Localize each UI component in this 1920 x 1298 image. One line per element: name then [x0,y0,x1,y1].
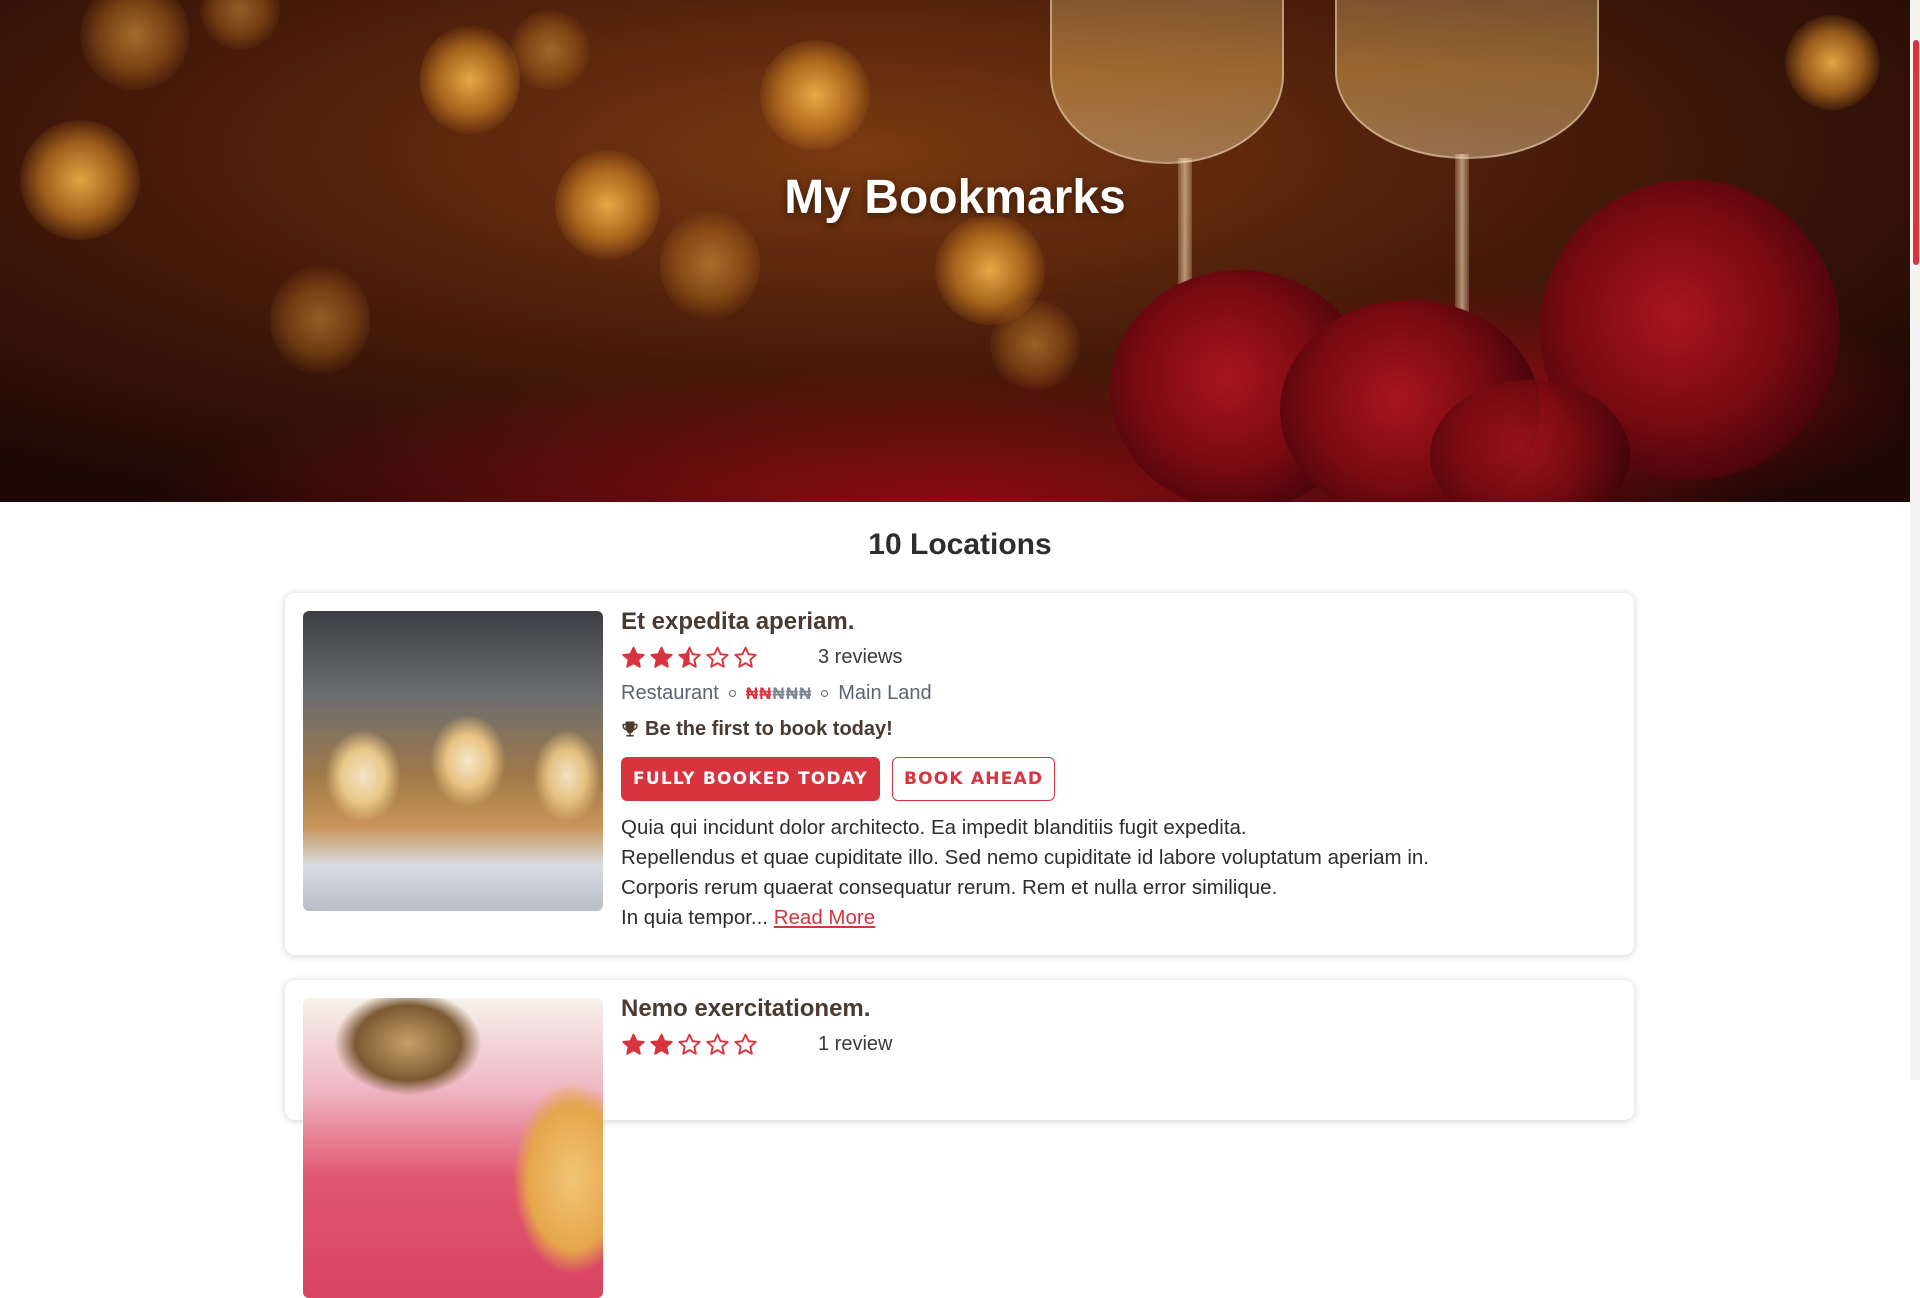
listing-title[interactable]: Et expedita aperiam. [621,607,1614,637]
booking-actions: FULLY BOOKED TODAY BOOK AHEAD [621,757,1614,801]
description-line: Quia qui incidunt dolor architecto. Ea i… [621,816,1247,839]
read-more-link[interactable]: Read More [774,906,875,929]
price-symbol-active: ₦ [759,683,772,703]
wine-glass-left [1050,0,1284,164]
book-ahead-button[interactable]: BOOK AHEAD [891,757,1056,801]
results-count: 10 Locations [868,528,1052,561]
star-filled-icon [622,1033,645,1055]
review-count: 1 review [818,1032,893,1055]
scrollbar-thumb[interactable] [1913,40,1919,265]
listing-card[interactable]: Et expedita aperiam. 3 reviews Restauran… [285,593,1634,955]
listing-category: Restaurant [621,681,719,704]
wine-glass-right [1335,0,1599,159]
rating-row: 1 review [621,1030,1614,1058]
listing-meta: Restaurant ₦ ₦ ₦ ₦ ₦ Main Land [621,679,1614,707]
star-rating [621,645,818,670]
description-line: Repellendus et quae cupiditate illo. Sed… [621,846,1429,869]
price-symbol-inactive: ₦ [798,683,812,703]
star-empty-icon [734,646,757,668]
price-level: ₦ ₦ ₦ ₦ ₦ [746,685,811,702]
separator-dot [728,689,736,697]
star-filled-icon [622,646,645,668]
star-filled-icon [650,646,673,668]
description-line: Corporis rerum quaerat consequatur rerum… [621,876,1278,899]
star-filled-icon [650,1033,673,1055]
award-highlight: Be the first to book today! [621,715,1614,743]
price-symbol-inactive: ₦ [785,683,798,703]
star-empty-icon [678,1033,701,1055]
description-line: In quia tempor... [621,906,769,929]
listing-card[interactable]: Nemo exercitationem. 1 review [285,980,1634,1298]
award-text: Be the first to book today! [645,717,893,740]
listing-image[interactable] [303,611,603,911]
star-empty-icon [706,646,729,668]
listing-title[interactable]: Nemo exercitationem. [621,994,1614,1024]
listing-description: Quia qui incidunt dolor architecto. Ea i… [621,813,1614,933]
page-title: My Bookmarks [784,171,1126,224]
star-rating [621,1032,818,1057]
hero-banner: My Bookmarks [0,0,1910,502]
separator-dot [821,689,829,697]
star-empty-icon [706,1033,729,1055]
listing-image[interactable] [303,998,603,1298]
fully-booked-button[interactable]: FULLY BOOKED TODAY [621,757,880,801]
listing-location: Main Land [838,681,932,704]
price-symbol-active: ₦ [745,683,759,703]
price-symbol-inactive: ₦ [772,683,785,703]
star-empty-icon [734,1033,757,1055]
trophy-icon [622,721,638,737]
review-count: 3 reviews [818,645,903,668]
rating-row: 3 reviews [621,643,1614,671]
star-half-icon [678,646,701,668]
